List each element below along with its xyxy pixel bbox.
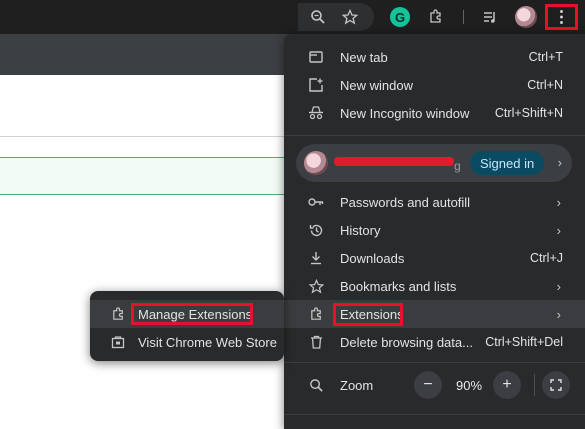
redacted-name-tail: g (454, 159, 461, 173)
menu-item-label: New Incognito window (340, 105, 470, 121)
grammarly-icon[interactable]: G (390, 7, 410, 27)
profile-avatar[interactable] (515, 6, 537, 28)
menu-item-shortcut: Ctrl+Shift+Del (485, 335, 563, 349)
extensions-puzzle-icon[interactable] (425, 6, 447, 28)
browser-toolbar: G ⋮ (0, 0, 585, 34)
zoom-icon[interactable] (307, 6, 329, 28)
web-store-icon (110, 334, 126, 350)
page-highlight-band (0, 157, 300, 195)
menu-item-new-window[interactable]: New window Ctrl+N (284, 71, 585, 99)
manage-extensions-highlight-box (131, 303, 253, 325)
extensions-highlight-box (333, 303, 403, 326)
zoom-value: 90% (456, 378, 483, 393)
menu-item-incognito[interactable]: New Incognito window Ctrl+Shift+N (284, 99, 585, 127)
trash-icon (308, 334, 324, 350)
menu-dots-icon[interactable]: ⋮ (545, 4, 578, 30)
profile-row[interactable]: g Signed in › (296, 144, 572, 182)
zoom-in-button[interactable]: + (493, 371, 521, 399)
menu-item-shortcut: Ctrl+T (528, 50, 563, 64)
fullscreen-icon (550, 379, 562, 391)
incognito-icon (308, 105, 324, 121)
menu-divider (284, 414, 585, 415)
chevron-right-icon: › (556, 194, 561, 210)
zoom-row: Zoom − 90% + (284, 370, 585, 400)
menu-item-shortcut: Ctrl+N (527, 78, 563, 92)
key-icon (308, 194, 324, 210)
history-icon (308, 222, 324, 238)
star-icon (308, 278, 324, 294)
menu-item-shortcut: Ctrl+J (530, 251, 563, 265)
zoom-separator (534, 374, 535, 396)
fullscreen-button[interactable] (542, 371, 570, 399)
extensions-puzzle-icon (110, 306, 126, 322)
zoom-label: Zoom (340, 377, 374, 393)
zoom-out-button[interactable]: − (414, 371, 442, 399)
menu-item-passwords[interactable]: Passwords and autofill › (284, 188, 585, 216)
reading-list-icon[interactable] (479, 6, 501, 28)
zoom-icon (308, 377, 324, 393)
extensions-puzzle-icon (308, 306, 324, 322)
menu-item-new-tab[interactable]: New tab Ctrl+T (284, 43, 585, 71)
menu-item-extensions[interactable]: Extensions › (284, 300, 585, 328)
toolbar-separator (463, 10, 464, 24)
menu-item-label: Downloads (340, 250, 405, 266)
menu-item-downloads[interactable]: Downloads Ctrl+J (284, 244, 585, 272)
download-icon (308, 250, 324, 266)
new-window-icon (308, 77, 324, 93)
submenu-item-web-store[interactable]: Visit Chrome Web Store (90, 328, 284, 356)
chrome-menu: New tab Ctrl+T New window Ctrl+N New Inc… (284, 34, 585, 429)
chevron-right-icon: › (556, 222, 561, 238)
menu-item-label: History (340, 222, 381, 238)
chevron-right-icon: › (556, 278, 561, 294)
menu-item-label: Passwords and autofill (340, 194, 471, 210)
menu-item-bookmarks[interactable]: Bookmarks and lists › (284, 272, 585, 300)
menu-divider (284, 135, 585, 136)
menu-item-history[interactable]: History › (284, 216, 585, 244)
menu-divider (284, 362, 585, 363)
menu-item-delete-browsing-data[interactable]: Delete browsing data... Ctrl+Shift+Del (284, 328, 585, 356)
chevron-right-icon: › (557, 155, 562, 170)
profile-avatar (304, 151, 328, 175)
menu-item-shortcut: Ctrl+Shift+N (494, 106, 563, 120)
extensions-submenu: Manage Extensions Visit Chrome Web Store (90, 291, 284, 361)
menu-item-label: New tab (340, 49, 388, 65)
menu-item-label: New window (340, 77, 413, 93)
menu-item-label: Delete browsing data... (340, 334, 473, 350)
page-divider (0, 136, 300, 137)
star-icon[interactable] (339, 6, 361, 28)
signed-in-badge: Signed in (470, 151, 545, 175)
menu-item-label: Bookmarks and lists (340, 278, 457, 294)
new-tab-icon (308, 49, 324, 65)
menu-item-label: Visit Chrome Web Store (138, 334, 277, 350)
redacted-name (334, 157, 454, 166)
chevron-right-icon: › (556, 306, 561, 322)
